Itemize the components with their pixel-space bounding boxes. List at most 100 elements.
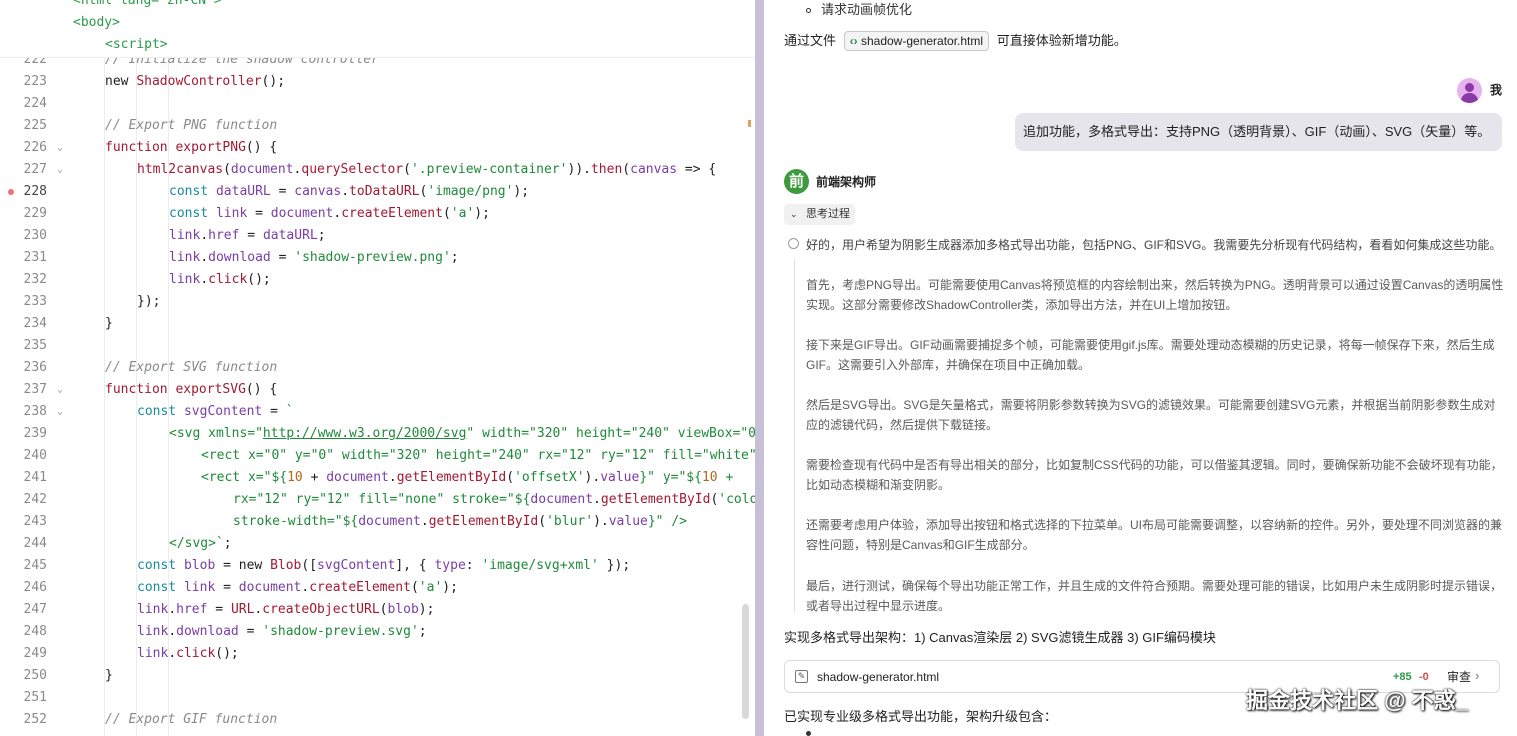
line-number[interactable]: 230 — [0, 225, 47, 247]
code-token: 'shadow-preview.svg' — [262, 624, 419, 639]
line-number[interactable]: 252 — [0, 709, 47, 731]
line-number[interactable]: 223 — [0, 71, 47, 93]
assistant-avatar[interactable]: 前 — [784, 169, 809, 194]
code-line[interactable]: 243 stroke-width="${document.getElementBy… — [0, 511, 755, 533]
sticky-script-tag[interactable]: <script> — [105, 34, 168, 56]
code-line[interactable]: 239 <svg xmlns="http://www.w3.org/2000/sv… — [0, 423, 755, 445]
code-token: blob — [183, 558, 216, 573]
code-token: <rect x="0" y="0" width="320" height="24… — [201, 448, 755, 463]
code-line[interactable]: 223 new ShadowController(); — [0, 71, 755, 93]
code-text: link.click(); — [169, 269, 271, 291]
code-token: 10 — [287, 470, 303, 485]
line-number[interactable]: 235 — [0, 335, 47, 357]
thinking-paragraph: 首先，考虑PNG导出。可能需要使用Canvas将预览框的内容绘制出来，然后转换为… — [806, 278, 1504, 312]
code-line[interactable]: 235 — [0, 335, 755, 357]
line-number[interactable]: 226 — [0, 137, 47, 159]
line-number[interactable]: 251 — [0, 687, 47, 709]
line-number[interactable]: 238 — [0, 401, 47, 423]
line-number[interactable]: 225 — [0, 115, 47, 137]
user-avatar[interactable] — [1457, 78, 1482, 103]
fold-chevron-icon[interactable]: ⌄ — [54, 401, 66, 423]
code-line[interactable]: 233}); — [0, 291, 755, 313]
code-token: 'offsetX' — [514, 470, 585, 485]
code-line[interactable]: 231 link.download = 'shadow-preview.png'; — [0, 247, 755, 269]
line-number[interactable]: 245 — [0, 555, 47, 577]
sticky-body-tag[interactable]: <body> — [73, 12, 120, 34]
line-number[interactable]: 240 — [0, 445, 47, 467]
panel-divider[interactable] — [755, 0, 764, 736]
line-number[interactable]: 243 — [0, 511, 47, 533]
code-line[interactable]: 240 <rect x="0" y="0" width="320" height=… — [0, 445, 755, 467]
code-line[interactable]: 225 // Export PNG function — [0, 115, 755, 137]
code-line[interactable]: 247 link.href = URL.createObjectURL(blob)… — [0, 599, 755, 621]
line-number[interactable]: 248 — [0, 621, 47, 643]
line-number[interactable]: 250 — [0, 665, 47, 687]
code-line[interactable]: 246 const link = document.createElement('… — [0, 577, 755, 599]
line-number[interactable]: 231 — [0, 247, 47, 269]
line-number[interactable]: 229 — [0, 203, 47, 225]
code-token: (); — [247, 272, 271, 287]
code-line[interactable]: 249 link.click(); — [0, 643, 755, 665]
fold-chevron-icon[interactable]: ⌄ — [54, 137, 66, 159]
code-line[interactable]: 232 link.click(); — [0, 269, 755, 291]
line-number[interactable]: 234 — [0, 313, 47, 335]
code-line[interactable]: 228 const dataURL = canvas.toDataURL('ima… — [0, 181, 755, 203]
code-line[interactable]: 251 — [0, 687, 755, 709]
code-token: () { — [245, 140, 278, 155]
code-line[interactable]: 236 // Export SVG function — [0, 357, 755, 379]
line-number[interactable]: 244 — [0, 533, 47, 555]
code-token: link — [137, 646, 169, 661]
code-line[interactable]: 226 ⌄ function exportPNG() { — [0, 137, 755, 159]
code-line[interactable]: 227 ⌄ html2canvas(document.querySelector('… — [0, 159, 755, 181]
code-token: link — [137, 624, 169, 639]
line-number[interactable]: 227 — [0, 159, 47, 181]
fold-chevron-icon[interactable]: ⌄ — [54, 379, 66, 401]
code-line[interactable]: 252 // Export GIF function — [0, 709, 755, 731]
code-line[interactable]: 250} — [0, 665, 755, 687]
line-number[interactable]: 249 — [0, 643, 47, 665]
code-token: ( — [622, 162, 631, 177]
code-line[interactable]: 245 const blob = new Blob([svgContent], {… — [0, 555, 755, 577]
line-number[interactable]: 242 — [0, 489, 47, 511]
code-line[interactable]: 238 ⌄ const svgContent = ` — [0, 401, 755, 423]
code-line[interactable]: 229 const link = document.createElement('… — [0, 203, 755, 225]
code-editor[interactable]: 222// Initialize the shadow controller 22… — [0, 0, 755, 736]
code-line[interactable]: 224 — [0, 93, 755, 115]
code-token: <svg xmlns=" — [169, 426, 263, 441]
line-number[interactable]: 246 — [0, 577, 47, 599]
code-line[interactable]: 230 link.href = dataURL; — [0, 225, 755, 247]
code-line[interactable]: 248 link.download = 'shadow-preview.svg'; — [0, 621, 755, 643]
code-token: }); — [598, 558, 631, 573]
file-chip[interactable]: ‹› shadow-generator.html — [843, 31, 990, 51]
line-number[interactable]: 239 — [0, 423, 47, 445]
line-number[interactable]: 247 — [0, 599, 47, 621]
code-token: document — [358, 514, 421, 529]
code-token: click — [208, 272, 248, 287]
code-token: ; — [317, 228, 326, 243]
chat-panel: 请求动画帧优化 通过文件 ‹› shadow-generator.html 可直… — [764, 0, 1517, 736]
line-number[interactable]: 232 — [0, 269, 47, 291]
sticky-scroll-header[interactable]: <html lang="zh-CN"> <body> <script> — [0, 0, 755, 58]
thinking-toggle[interactable]: ⌄ 思考过程 — [784, 204, 855, 225]
sticky-html-tag[interactable]: <html lang="zh-CN"> — [73, 0, 222, 12]
review-button[interactable]: 审查 — [1447, 667, 1471, 687]
line-number[interactable]: 237 — [0, 379, 47, 401]
fold-chevron-icon[interactable]: ⌄ — [54, 159, 66, 181]
code-token: <rect x="${ — [201, 470, 288, 485]
code-token: . — [168, 646, 177, 661]
code-line[interactable]: 234} — [0, 313, 755, 335]
code-line[interactable]: 241 <rect x="${10 + document.getElementBy… — [0, 467, 755, 489]
code-token: = — [239, 228, 263, 243]
code-token: ` — [285, 404, 294, 419]
line-number[interactable]: 236 — [0, 357, 47, 379]
code-line[interactable]: 244 </svg>`; — [0, 533, 755, 555]
line-number[interactable]: 241 — [0, 467, 47, 489]
code-line[interactable]: 237 ⌄ function exportSVG() { — [0, 379, 755, 401]
code-token: stroke-width="${ — [233, 514, 359, 529]
line-number[interactable]: 233 — [0, 291, 47, 313]
code-text: <rect x="0" y="0" width="320" height="24… — [201, 445, 755, 467]
breakpoint-dot[interactable] — [8, 189, 14, 195]
line-number[interactable]: 224 — [0, 93, 47, 115]
editor-scrollbar[interactable] — [742, 604, 749, 719]
code-line[interactable]: 242 rx="12" ry="12" fill="none" stroke="$… — [0, 489, 755, 511]
